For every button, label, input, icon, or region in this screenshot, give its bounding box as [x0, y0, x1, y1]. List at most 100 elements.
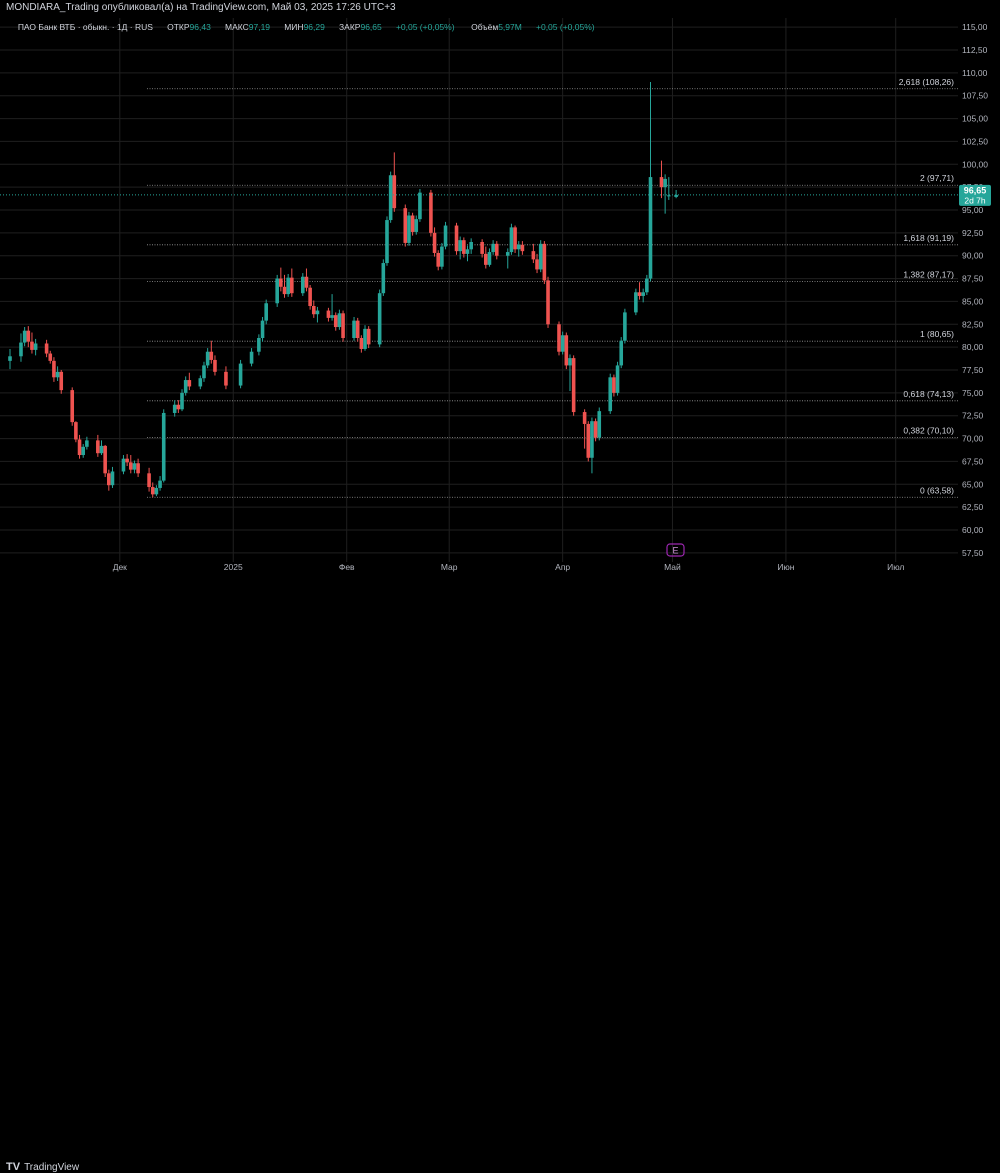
- candle-body: [176, 404, 181, 410]
- price-tick-label: 75,00: [962, 388, 984, 398]
- candle: [674, 189, 678, 199]
- candle-body: [410, 215, 415, 232]
- candle: [429, 189, 433, 237]
- candle: [443, 221, 448, 250]
- price-tick-label: 65,00: [962, 479, 984, 489]
- tradingview-mark-icon: TV: [6, 1161, 21, 1173]
- candle-body: [414, 219, 419, 232]
- candle: [641, 288, 645, 303]
- candle: [520, 241, 525, 255]
- candle-body: [432, 232, 437, 253]
- legend-close-label: ЗАКР: [339, 22, 361, 32]
- candle-body: [568, 358, 572, 366]
- candle-body: [238, 363, 243, 386]
- candle-body: [74, 422, 78, 440]
- fib-level-label: 0,618 (74,13): [903, 389, 954, 399]
- legend-open-label: ОТКР: [167, 22, 190, 32]
- candle-body: [180, 392, 184, 410]
- candle-body: [615, 365, 620, 393]
- candle-body: [330, 315, 334, 318]
- candle-body: [667, 195, 671, 197]
- candle: [637, 282, 642, 300]
- candle-body: [205, 351, 210, 366]
- time-axis[interactable]: Дек 2025 Фев Мар Апр Май Июн Июл: [113, 562, 905, 572]
- candle-body: [70, 390, 75, 423]
- candle: [198, 375, 203, 390]
- candle-body: [213, 359, 217, 372]
- candle-body: [77, 439, 82, 456]
- candle: [418, 188, 422, 222]
- tradingview-brand: TradingView: [24, 1161, 80, 1173]
- candle: [516, 241, 521, 257]
- candle: [213, 355, 217, 376]
- candle-body: [586, 423, 591, 458]
- candle: [30, 332, 34, 354]
- candle: [19, 333, 23, 362]
- price-axis[interactable]: 57,50 60,00 62,50 65,00 67,50 70,00 72,50 75,00…: [962, 22, 988, 558]
- candle-body: [172, 404, 177, 413]
- candle-body: [96, 440, 100, 454]
- candle: [147, 467, 151, 492]
- earnings-marker[interactable]: E: [666, 543, 685, 557]
- candle: [560, 331, 565, 355]
- price-badge: 96,65 2d 7h: [959, 184, 991, 206]
- candle-body: [333, 315, 338, 328]
- candle: [121, 455, 126, 475]
- candle: [99, 440, 104, 456]
- tradingview-logo[interactable]: TV TradingView: [6, 1161, 79, 1173]
- candle: [238, 359, 243, 389]
- candle-body: [257, 338, 261, 352]
- candle-body: [659, 177, 664, 188]
- candle: [286, 274, 290, 297]
- candle-body: [103, 445, 107, 474]
- month-tick-label: Дек: [113, 562, 127, 572]
- candle: [260, 316, 265, 342]
- candle-body: [564, 335, 569, 366]
- price-tick-label: 57,50: [962, 548, 984, 558]
- candle: [645, 274, 649, 296]
- candle: [52, 357, 56, 382]
- candle: [557, 321, 561, 356]
- candle-body: [454, 225, 459, 252]
- candle: [462, 237, 466, 258]
- candle: [454, 222, 459, 255]
- candle-body: [513, 227, 517, 250]
- candle: [469, 238, 473, 254]
- price-tick-label: 60,00: [962, 525, 984, 535]
- candle: [275, 274, 279, 307]
- candle-body: [494, 243, 499, 256]
- candle-body: [150, 487, 155, 495]
- candle: [648, 82, 653, 282]
- legend-high-label: МАКС: [225, 22, 249, 32]
- price-badge-countdown: 2d 7h: [964, 195, 986, 205]
- price-tick-label: 92,50: [962, 228, 984, 238]
- candle-body: [22, 330, 27, 343]
- candle-body: [107, 473, 111, 486]
- price-chart[interactable]: 2,618 (108,26) 2 (97,71) 1,618 (91,19) 1,38…: [0, 0, 1000, 598]
- candle-body: [359, 338, 364, 349]
- candle-body: [469, 242, 473, 250]
- candle-body: [30, 341, 34, 350]
- candle-body: [128, 462, 133, 470]
- month-tick-label: 2025: [224, 562, 243, 572]
- candle-body: [418, 192, 422, 220]
- candle-body: [315, 310, 320, 315]
- candle: [487, 248, 492, 267]
- candle-body: [290, 277, 294, 294]
- candle-body: [593, 421, 598, 438]
- candle: [465, 245, 470, 262]
- price-tick-label: 72,50: [962, 411, 984, 421]
- candle: [608, 373, 613, 414]
- candle-body: [546, 280, 550, 325]
- candle: [81, 444, 85, 458]
- price-tick-label: 62,50: [962, 502, 984, 512]
- price-tick-label: 90,00: [962, 251, 984, 261]
- legend-low-value: 96,29: [304, 22, 326, 32]
- candle: [44, 339, 49, 358]
- candle-body: [132, 463, 137, 470]
- candle: [249, 348, 254, 367]
- candle-body: [183, 380, 188, 393]
- candle: [337, 309, 342, 330]
- price-tick-label: 67,50: [962, 456, 984, 466]
- candle: [513, 225, 517, 253]
